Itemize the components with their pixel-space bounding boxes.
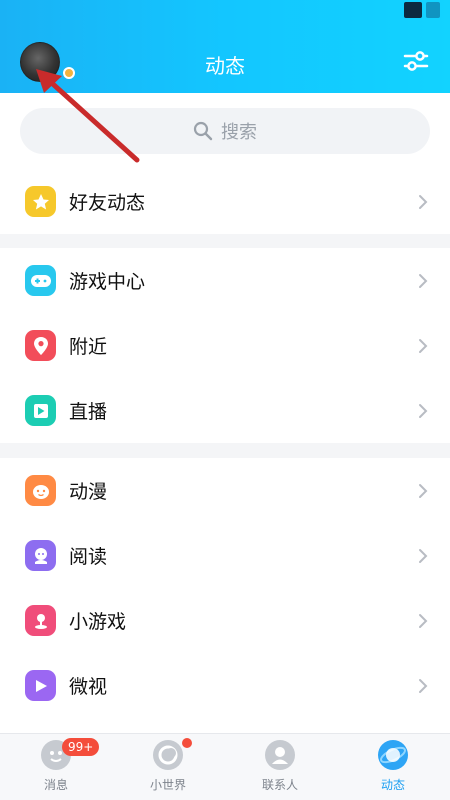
tab-label: 消息 — [43, 778, 68, 792]
menu-item-game-center[interactable]: 游戏中心 — [0, 248, 450, 313]
sliders-icon[interactable] — [402, 47, 430, 75]
tab-contacts[interactable]: 联系人 — [243, 740, 317, 798]
chevron-right-icon — [419, 548, 428, 563]
tab-label: 联系人 — [261, 778, 298, 792]
contacts-icon — [265, 740, 295, 770]
chevron-right-icon — [419, 273, 428, 288]
menu-item-live[interactable]: 直播 — [0, 378, 450, 443]
menu-item-label: 游戏中心 — [69, 271, 146, 293]
live-icon — [25, 395, 56, 426]
menu-item-anime[interactable]: 动漫 — [0, 458, 450, 523]
menu-item-nearby[interactable]: 附近 — [0, 313, 450, 378]
reading-icon — [25, 540, 56, 571]
tab-dynamics[interactable]: 动态 — [356, 740, 430, 798]
new-content-dot — [182, 738, 192, 748]
weishi-play-icon — [25, 670, 56, 701]
chevron-right-icon — [419, 483, 428, 498]
star-icon — [25, 186, 56, 217]
anime-face-icon — [25, 475, 56, 506]
menu-item-label: 小游戏 — [69, 611, 127, 633]
bottom-tab-bar: 消息 99+ 小世界 联系人 动态 — [0, 733, 450, 800]
chevron-right-icon — [419, 194, 428, 209]
menu-item-label: 微视 — [69, 676, 108, 698]
section-friends: 好友动态 — [0, 169, 450, 234]
status-indicator-secondary — [426, 2, 440, 18]
dynamics-planet-icon — [378, 740, 408, 770]
menu-item-label: 阅读 — [69, 546, 108, 568]
tab-label: 动态 — [380, 778, 405, 792]
search-placeholder: 搜索 — [221, 122, 257, 143]
menu-item-reading[interactable]: 阅读 — [0, 523, 450, 588]
chevron-right-icon — [419, 403, 428, 418]
menu-item-friend-feed[interactable]: 好友动态 — [0, 169, 450, 234]
menu-item-label: 好友动态 — [69, 192, 146, 214]
section-services: 游戏中心 附近 直播 — [0, 248, 450, 443]
chevron-right-icon — [419, 678, 428, 693]
small-world-icon — [153, 740, 183, 770]
menu-item-mini-games[interactable]: 小游戏 — [0, 588, 450, 653]
tab-label: 小世界 — [149, 778, 186, 792]
menu-item-label: 动漫 — [69, 481, 108, 503]
section-entertainment: 动漫 阅读 小游戏 微视 — [0, 458, 450, 733]
menu-item-weishi[interactable]: 微视 — [0, 653, 450, 718]
menu-item-label: 附近 — [69, 336, 108, 358]
unread-badge: 99+ — [62, 738, 100, 756]
location-pin-icon — [25, 330, 56, 361]
chevron-right-icon — [419, 338, 428, 353]
chevron-right-icon — [419, 613, 428, 628]
search-icon — [193, 121, 213, 141]
mini-game-icon — [25, 605, 56, 636]
annotation-arrow — [36, 69, 140, 163]
status-indicator — [404, 2, 422, 18]
tab-small-world[interactable]: 小世界 — [131, 740, 205, 798]
gamepad-icon — [25, 265, 56, 296]
menu-item-label: 直播 — [69, 401, 108, 423]
